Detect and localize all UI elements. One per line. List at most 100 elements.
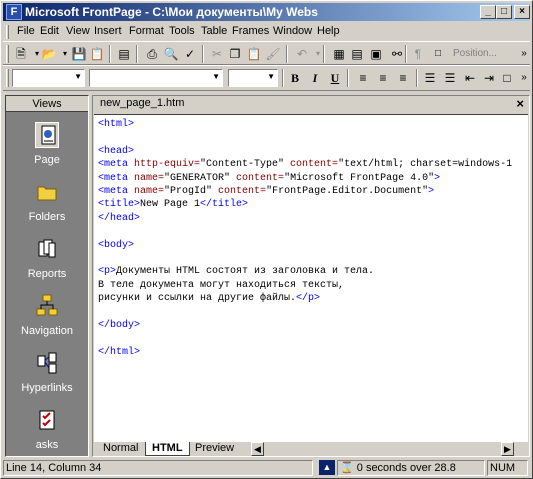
increase-indent-icon[interactable]: ⇥ bbox=[481, 70, 497, 86]
copy-icon[interactable]: ❐ bbox=[227, 46, 243, 62]
view-page[interactable]: Page bbox=[6, 118, 88, 174]
chevron-down-icon: ▼ bbox=[212, 72, 220, 81]
toolbar-overflow-icon[interactable]: » bbox=[516, 46, 532, 62]
code-line[interactable]: </html> bbox=[98, 346, 140, 359]
insert-table-icon[interactable]: ▤ bbox=[349, 46, 365, 62]
close-document-icon[interactable]: × bbox=[516, 96, 524, 111]
view-reports[interactable]: Reports bbox=[6, 232, 88, 288]
code-line[interactable]: <p>Документы HTML состоят из заголовка и… bbox=[98, 265, 374, 278]
menu-format[interactable]: Format bbox=[129, 25, 164, 37]
scroll-right-button[interactable]: ▶ bbox=[501, 442, 514, 456]
toolbar-separator bbox=[109, 45, 111, 63]
view-label: Hyperlinks bbox=[21, 382, 73, 394]
format-painter-icon[interactable]: 🖌 bbox=[265, 46, 281, 62]
code-line[interactable]: <body> bbox=[98, 239, 134, 252]
navigation-view-icon bbox=[35, 293, 59, 319]
folders-view-icon bbox=[35, 179, 59, 205]
html-source-editor[interactable]: <html> <head> <meta http-equiv="Content-Ty… bbox=[94, 114, 528, 442]
print-icon[interactable]: ⎙ bbox=[144, 46, 160, 62]
code-line[interactable]: рисунки и ссылки на другие файлы.</p> bbox=[98, 292, 320, 305]
italic-icon[interactable]: I bbox=[307, 70, 323, 86]
tab-html[interactable]: HTML bbox=[145, 442, 190, 456]
align-center-icon[interactable]: ≡ bbox=[375, 70, 391, 86]
save-icon[interactable]: 💾 bbox=[71, 46, 87, 62]
decrease-indent-icon[interactable]: ⇤ bbox=[462, 70, 478, 86]
font-size-combo[interactable]: ▼ bbox=[228, 69, 278, 87]
views-bar: Views Page Folders Reports Navigation Hy… bbox=[5, 95, 89, 457]
position-button[interactable]: □ Position... bbox=[433, 45, 511, 63]
code-line[interactable]: </head> bbox=[98, 212, 140, 225]
toolbar-overflow-icon[interactable]: » bbox=[516, 70, 532, 86]
menu-insert[interactable]: Insert bbox=[94, 25, 122, 37]
numbering-icon[interactable]: ☰ bbox=[422, 70, 438, 86]
menu-edit[interactable]: Edit bbox=[40, 25, 59, 37]
new-page-icon[interactable]: 🗎 bbox=[13, 46, 29, 62]
view-folders[interactable]: Folders bbox=[6, 175, 88, 231]
view-label: Navigation bbox=[21, 325, 73, 337]
preview-in-browser-icon[interactable]: 🔍 bbox=[163, 46, 179, 62]
bullets-icon[interactable]: ☰ bbox=[442, 70, 458, 86]
menu-window[interactable]: Window bbox=[273, 25, 312, 37]
menu-table[interactable]: Table bbox=[201, 25, 227, 37]
cursor-position: Line 14, Column 34 bbox=[3, 460, 313, 476]
code-line[interactable]: <title>New Page 1</title> bbox=[98, 198, 248, 211]
folder-list-icon[interactable]: ▤ bbox=[116, 46, 132, 62]
title-bar[interactable]: F Microsoft FrontPage - C:\Мои документы… bbox=[3, 3, 530, 21]
minimize-button[interactable]: _ bbox=[480, 5, 496, 19]
hourglass-icon: ⌛ bbox=[340, 462, 354, 474]
modem-icon: ▲ bbox=[319, 460, 335, 475]
toolbar-separator bbox=[282, 69, 284, 87]
reports-view-icon bbox=[35, 236, 59, 262]
open-folder-icon[interactable]: 📂 bbox=[41, 46, 57, 62]
document-tab[interactable]: new_page_1.htm bbox=[96, 97, 184, 109]
undo-icon[interactable]: ↶ bbox=[294, 46, 310, 62]
style-combo[interactable]: ▼ bbox=[12, 69, 85, 87]
cut-icon[interactable]: ✂ bbox=[209, 46, 225, 62]
insert-picture-icon[interactable]: ▣ bbox=[368, 46, 384, 62]
align-left-icon[interactable]: ≡ bbox=[355, 70, 371, 86]
spelling-icon[interactable]: ✓ bbox=[182, 46, 198, 62]
hyperlinks-view-icon bbox=[35, 350, 59, 376]
code-line[interactable]: <meta name="GENERATOR" content="Microsof… bbox=[98, 172, 440, 185]
bold-icon[interactable]: B bbox=[287, 70, 303, 86]
toolbar-separator bbox=[136, 45, 138, 63]
window-title: Microsoft FrontPage - C:\Мои документы\M… bbox=[25, 5, 318, 19]
toolbar-grip[interactable] bbox=[6, 45, 9, 63]
menu-view[interactable]: View bbox=[66, 25, 90, 37]
code-line[interactable]: В теле документа могут находиться тексты… bbox=[98, 279, 344, 292]
menu-frames[interactable]: Frames bbox=[232, 25, 269, 37]
menu-grip[interactable] bbox=[6, 25, 9, 39]
hyperlink-icon[interactable]: ⚯ bbox=[389, 46, 405, 62]
paste-icon[interactable]: 📋 bbox=[246, 46, 262, 62]
view-tasks[interactable]: asks bbox=[6, 403, 88, 459]
view-navigation[interactable]: Navigation bbox=[6, 289, 88, 345]
border-icon[interactable]: □ bbox=[499, 70, 515, 86]
code-line[interactable]: <meta name="ProgId" content="FrontPage.E… bbox=[98, 185, 434, 198]
tab-normal[interactable]: Normal bbox=[97, 442, 144, 456]
insert-component-icon[interactable]: ▦ bbox=[331, 46, 347, 62]
menu-tools[interactable]: Tools bbox=[169, 25, 195, 37]
publish-icon[interactable]: 📋 bbox=[89, 46, 105, 62]
code-line[interactable]: <head> bbox=[98, 145, 134, 158]
download-time-panel[interactable]: ⌛ 0 seconds over 28.8 bbox=[337, 460, 485, 476]
code-line[interactable]: </body> bbox=[98, 319, 140, 332]
tab-preview[interactable]: Preview bbox=[189, 442, 240, 456]
code-line[interactable]: <meta http-equiv="Content-Type" content=… bbox=[98, 158, 512, 171]
align-right-icon[interactable]: ≡ bbox=[395, 70, 411, 86]
toolbar-separator bbox=[405, 45, 407, 63]
menu-file[interactable]: File bbox=[17, 25, 35, 37]
scroll-left-button[interactable]: ◀ bbox=[251, 442, 264, 456]
code-line[interactable]: <html> bbox=[98, 118, 134, 131]
font-combo[interactable]: ▼ bbox=[89, 69, 223, 87]
underline-icon[interactable]: U bbox=[327, 70, 343, 86]
maximize-button[interactable]: □ bbox=[496, 5, 512, 19]
chevron-down-icon: ▼ bbox=[74, 72, 82, 81]
download-time: 0 seconds over 28.8 bbox=[356, 462, 456, 474]
toolbar-grip[interactable] bbox=[6, 69, 9, 87]
show-all-icon[interactable]: ¶ bbox=[410, 46, 426, 62]
menu-help[interactable]: Help bbox=[317, 25, 340, 37]
close-button[interactable]: × bbox=[514, 5, 530, 19]
frontpage-app-icon[interactable]: F bbox=[6, 4, 22, 20]
position-icon: □ bbox=[435, 48, 442, 59]
view-hyperlinks[interactable]: Hyperlinks bbox=[6, 346, 88, 402]
